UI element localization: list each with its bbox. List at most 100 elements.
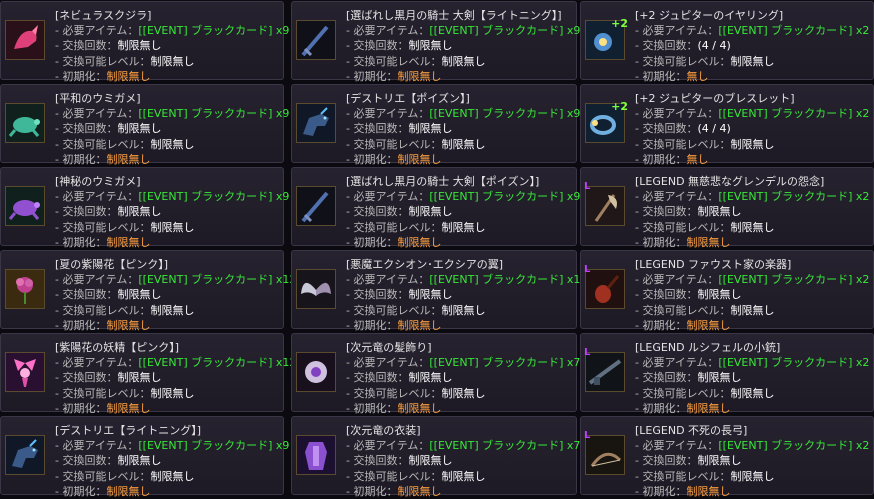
exchange-item-card[interactable]: L [LEGEND 無慈悲なグレンデルの怨念] - 必要アイテム：[[EVENT] … xyxy=(580,167,874,249)
exchange-item-card[interactable]: [デストリエ【ポイズン】] - 必要アイテム：[[EVENT] ブラックカード] … xyxy=(291,84,581,166)
exchange-level-value: 制限無し xyxy=(730,469,775,483)
exchange-level-label: - 交換可能レベル： xyxy=(346,137,442,151)
item-details: [+2 ジュピターのイヤリング] - 必要アイテム：[[EVENT] ブラックカー… xyxy=(635,8,869,84)
item-details: [LEGEND 不死の長弓] - 必要アイテム：[[EVENT] ブラックカード]… xyxy=(635,423,869,499)
exchange-item-card[interactable]: L [LEGEND ファウスト家の楽器] - 必要アイテム：[[EVENT] ブラッ… xyxy=(580,250,874,332)
required-item-label: - 必要アイテム： xyxy=(346,273,430,287)
reset-value: 制限無し xyxy=(106,69,151,83)
greatsword-icon xyxy=(296,186,336,226)
required-item-label: - 必要アイテム： xyxy=(55,190,139,204)
item-details: [次元竜の衣装] - 必要アイテム：[[EVENT] ブラックカード] x7 - 交… xyxy=(346,423,580,499)
exchange-item-card[interactable]: L [LEGEND ルシフェルの小銃] - 必要アイテム：[[EVENT] ブラック… xyxy=(580,333,874,415)
exchange-count-label: - 交換回数： xyxy=(55,39,118,53)
required-item-value: [[EVENT] ブラックカード] x9 xyxy=(138,24,290,38)
exchange-count-label: - 交換回数： xyxy=(635,39,698,53)
exchange-count-value: 制限無し xyxy=(117,288,162,302)
reset-value: 制限無し xyxy=(397,318,442,332)
exchange-count-label: - 交換回数： xyxy=(346,454,409,468)
exchange-item-card[interactable]: [神秘のウミガメ] - 必要アイテム：[[EVENT] ブラックカード] x9 - … xyxy=(0,167,289,249)
exchange-count-label: - 交換回数： xyxy=(635,454,698,468)
item-name: [デストリエ【ポイズン】] xyxy=(346,92,470,105)
required-item-label: - 必要アイテム： xyxy=(55,24,139,38)
greatsword-icon xyxy=(296,20,336,60)
reset-value: 制限無し xyxy=(686,235,731,249)
required-item-value: [[EVENT] ブラックカード] x12 xyxy=(138,356,297,370)
exchange-level-value: 制限無し xyxy=(150,386,195,400)
exchange-item-card[interactable]: [夏の紫陽花【ピンク】] - 必要アイテム：[[EVENT] ブラックカード] x… xyxy=(0,250,296,332)
reset-value: 制限無し xyxy=(686,401,731,415)
required-item-label: - 必要アイテム： xyxy=(346,356,430,370)
reset-value: 制限無し xyxy=(106,152,151,166)
exchange-item-card[interactable]: [次元竜の髪飾り] - 必要アイテム：[[EVENT] ブラックカード] x7 - … xyxy=(291,333,580,415)
whale-icon xyxy=(5,20,45,60)
required-item-value: [[EVENT] ブラックカード] x9 xyxy=(429,190,581,204)
item-name: [選ばれし黒月の騎士 大剣【ライトニング】] xyxy=(346,9,562,22)
reset-label: - 初期化： xyxy=(346,318,398,332)
exchange-count-value: 制限無し xyxy=(408,39,453,53)
exchange-item-card[interactable]: +2 [+2 ジュピターのブレスレット] - 必要アイテム：[[EVENT] ブラッ… xyxy=(580,84,874,166)
exchange-item-card[interactable]: [デストリエ【ライトニング】] - 必要アイテム：[[EVENT] ブラックカード… xyxy=(0,416,289,498)
required-item-value: [[EVENT] ブラックカード] x9 xyxy=(138,190,290,204)
turtle-icon xyxy=(5,186,45,226)
exchange-count-value: (4 / 4) xyxy=(697,39,731,53)
item-details: [LEGEND ファウスト家の楽器] - 必要アイテム：[[EVENT] ブラック… xyxy=(635,257,869,333)
exchange-item-card[interactable]: +2 [+2 ジュピターのイヤリング] - 必要アイテム：[[EVENT] ブラック… xyxy=(580,1,874,83)
exchange-level-label: - 交換可能レベル： xyxy=(55,303,151,317)
exchange-level-label: - 交換可能レベル： xyxy=(635,386,731,400)
exchange-count-label: - 交換回数： xyxy=(346,39,409,53)
exchange-level-label: - 交換可能レベル： xyxy=(55,469,151,483)
hair-ornament-icon xyxy=(296,352,336,392)
exchange-item-card[interactable]: [悪魔エクシオン･エクシアの翼] - 必要アイテム：[[EVENT] ブラックカー… xyxy=(291,250,587,332)
exchange-count-label: - 交換回数： xyxy=(346,371,409,385)
item-details: [LEGEND ルシフェルの小銃] - 必要アイテム：[[EVENT] ブラックカ… xyxy=(635,340,869,416)
exchange-count-label: - 交換回数： xyxy=(635,122,698,136)
exchange-count-value: 制限無し xyxy=(408,454,453,468)
required-item-value: [[EVENT] ブラックカード] x7 xyxy=(429,439,581,453)
required-item-value: [[EVENT] ブラックカード] x16 xyxy=(429,273,588,287)
exchange-item-card[interactable]: [ネビュラスクジラ] - 必要アイテム：[[EVENT] ブラックカード] x9 -… xyxy=(0,1,289,83)
exchange-item-card[interactable]: [選ばれし黒月の騎士 大剣【ポイズン】] - 必要アイテム：[[EVENT] ブラ… xyxy=(291,167,581,249)
exchange-item-card[interactable]: [紫陽花の妖精【ピンク】] - 必要アイテム：[[EVENT] ブラックカード] … xyxy=(0,333,296,415)
item-details: [LEGEND 無慈悲なグレンデルの怨念] - 必要アイテム：[[EVENT] ブ… xyxy=(635,174,869,250)
reset-value: 無し xyxy=(686,69,709,83)
exchange-item-card[interactable]: [平和のウミガメ] - 必要アイテム：[[EVENT] ブラックカード] x9 - … xyxy=(0,84,289,166)
reset-value: 制限無し xyxy=(106,484,151,498)
required-item-label: - 必要アイテム： xyxy=(55,356,139,370)
horse-icon xyxy=(5,435,45,475)
exchange-count-value: 制限無し xyxy=(697,454,742,468)
exchange-level-value: 制限無し xyxy=(150,469,195,483)
exchange-count-label: - 交換回数： xyxy=(55,371,118,385)
exchange-level-label: - 交換可能レベル： xyxy=(55,386,151,400)
required-item-label: - 必要アイテム： xyxy=(346,24,430,38)
exchange-item-card[interactable]: [選ばれし黒月の騎士 大剣【ライトニング】] - 必要アイテム：[[EVENT] … xyxy=(291,1,580,83)
item-details: [+2 ジュピターのブレスレット] - 必要アイテム：[[EVENT] ブラックカ… xyxy=(635,91,869,167)
reset-label: - 初期化： xyxy=(635,318,687,332)
exchange-item-card[interactable]: L [LEGEND 不死の長弓] - 必要アイテム：[[EVENT] ブラックカード… xyxy=(580,416,874,498)
required-item-value: [[EVENT] ブラックカード] x2 xyxy=(718,107,870,121)
exchange-level-label: - 交換可能レベル： xyxy=(55,220,151,234)
required-item-value: [[EVENT] ブラックカード] x2 xyxy=(718,356,870,370)
reset-value: 制限無し xyxy=(686,484,731,498)
item-details: [紫陽花の妖精【ピンク】] - 必要アイテム：[[EVENT] ブラックカード] … xyxy=(55,340,296,416)
exchange-count-label: - 交換回数： xyxy=(346,122,409,136)
costume-icon xyxy=(296,435,336,475)
reset-value: 制限無し xyxy=(397,152,442,166)
reset-value: 制限無し xyxy=(106,318,151,332)
exchange-count-value: 制限無し xyxy=(697,371,742,385)
item-details: [次元竜の髪飾り] - 必要アイテム：[[EVENT] ブラックカード] x7 - … xyxy=(346,340,580,416)
reset-label: - 初期化： xyxy=(55,318,107,332)
exchange-item-card[interactable]: [次元竜の衣装] - 必要アイテム：[[EVENT] ブラックカード] x7 - 交… xyxy=(291,416,580,498)
required-item-value: [[EVENT] ブラックカード] x9 xyxy=(429,107,581,121)
item-name: [紫陽花の妖精【ピンク】] xyxy=(55,341,180,354)
exchange-count-value: 制限無し xyxy=(408,371,453,385)
reset-value: 制限無し xyxy=(106,235,151,249)
reset-label: - 初期化： xyxy=(635,484,687,498)
required-item-label: - 必要アイテム： xyxy=(346,439,430,453)
exchange-level-label: - 交換可能レベル： xyxy=(346,54,442,68)
horse-icon xyxy=(296,103,336,143)
wings-icon xyxy=(296,269,336,309)
reset-label: - 初期化： xyxy=(346,235,398,249)
exchange-level-label: - 交換可能レベル： xyxy=(346,220,442,234)
reset-label: - 初期化： xyxy=(346,152,398,166)
reset-label: - 初期化： xyxy=(55,401,107,415)
